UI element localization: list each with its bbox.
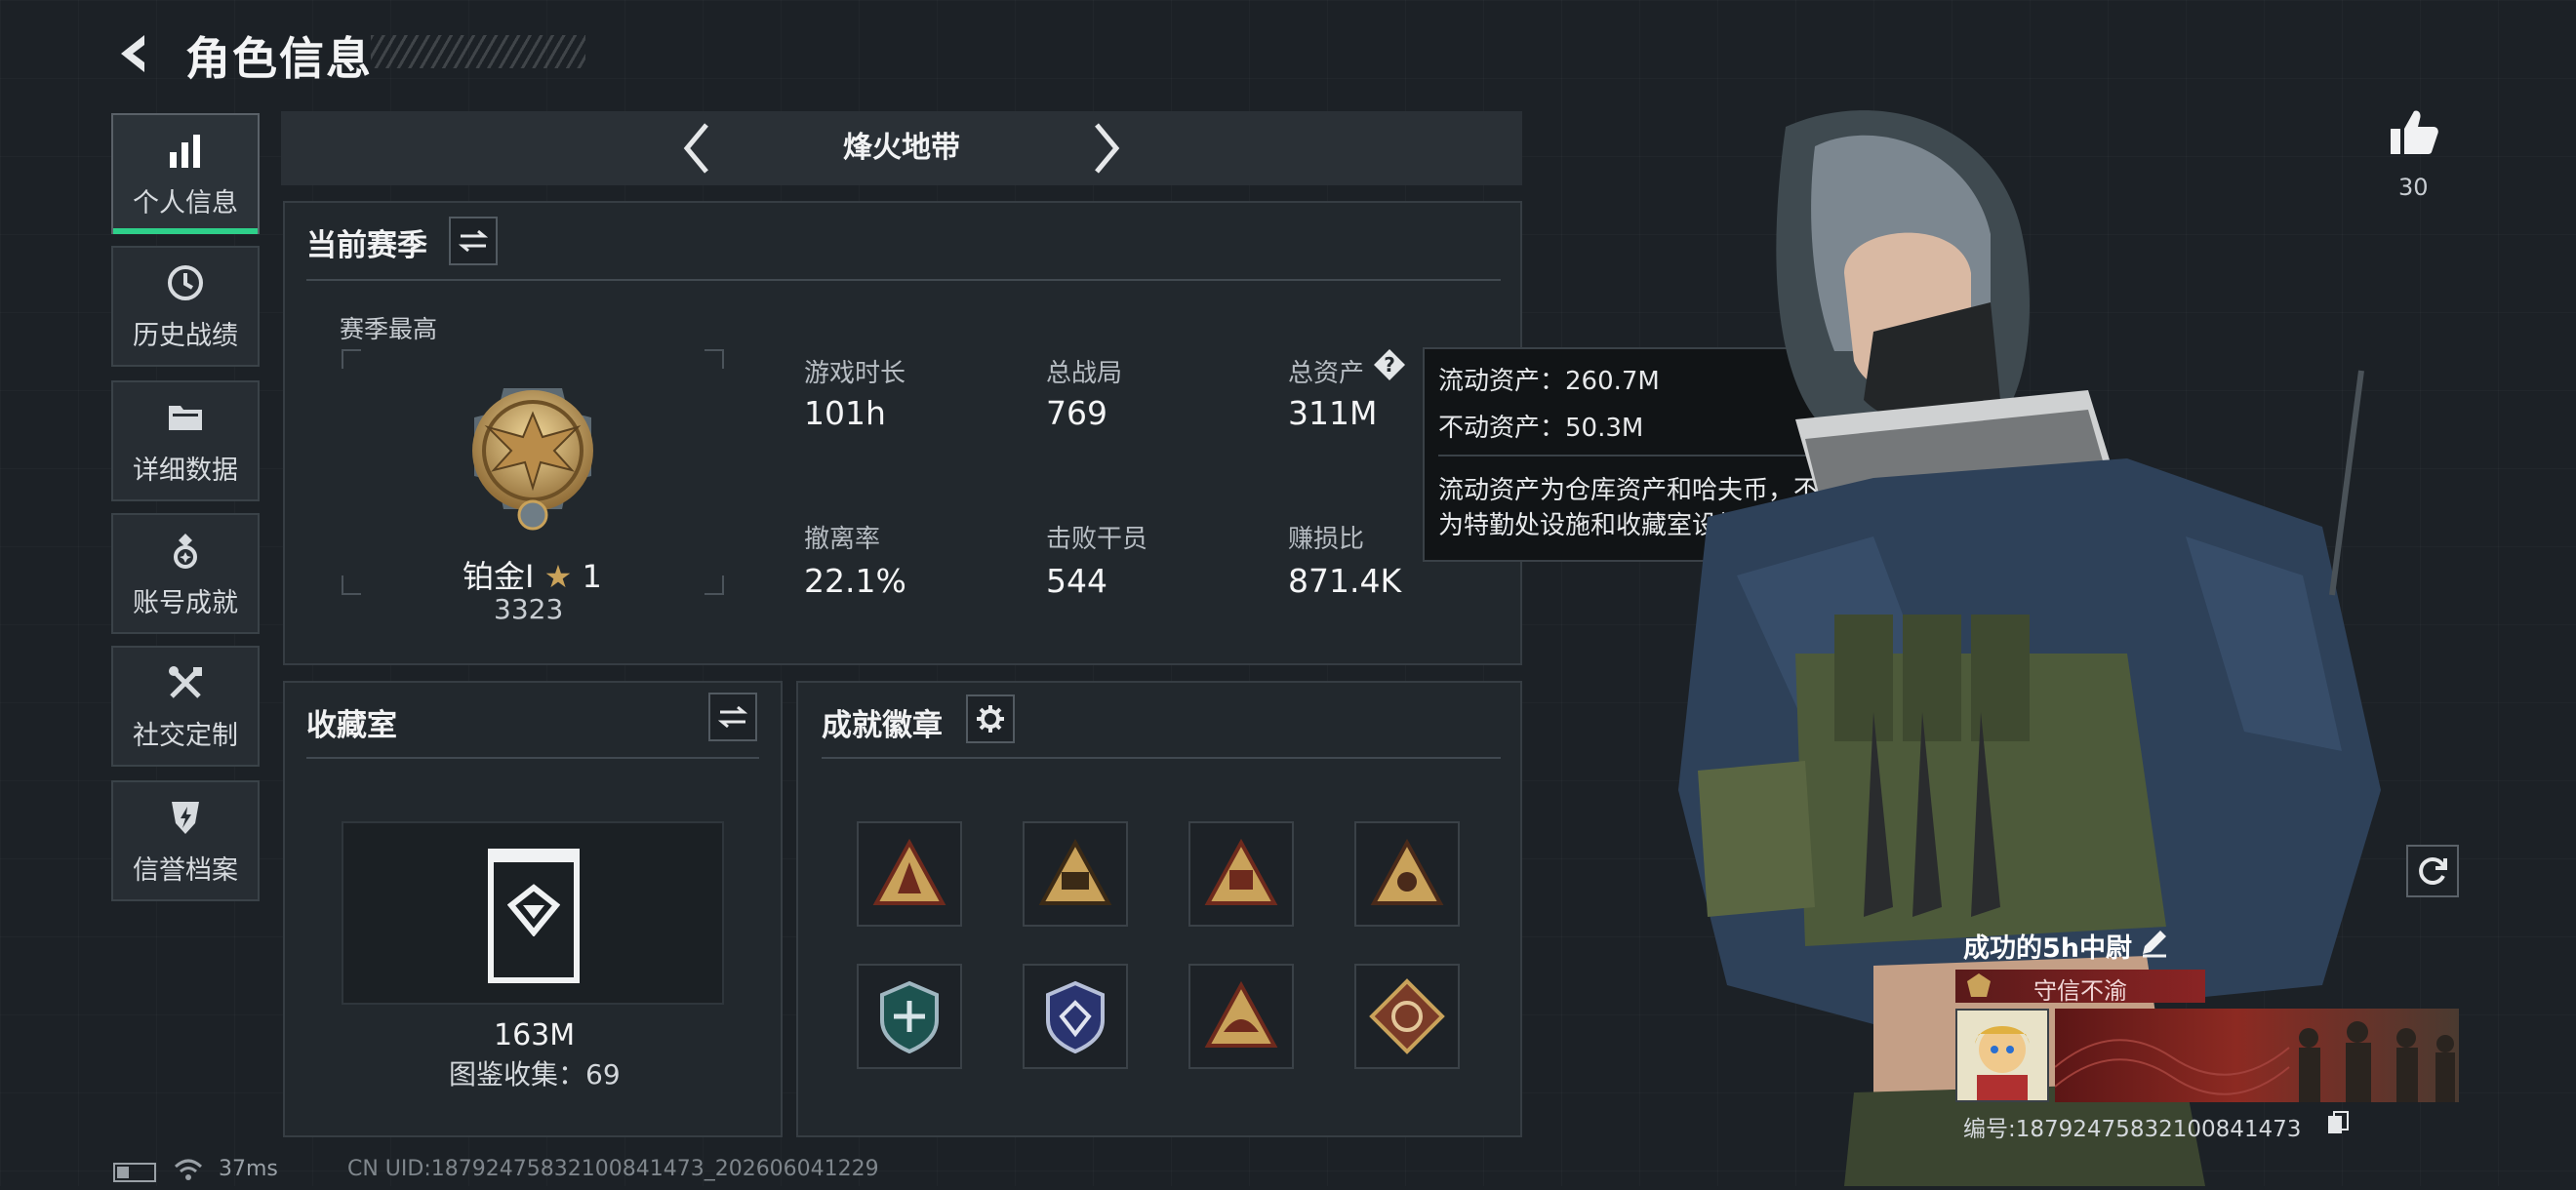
folder-icon (164, 396, 207, 439)
mode-title: 烽火地带 (843, 131, 960, 165)
stat-value: 544 (1046, 562, 1107, 600)
collection-value: 163M (494, 1018, 576, 1052)
frame-corner (704, 349, 724, 369)
shield-badge-icon (1046, 980, 1105, 1054)
badge-slot[interactable] (1354, 821, 1460, 927)
title-tag: 守信不渝 (1955, 970, 2205, 1005)
badges-divider (822, 757, 1501, 759)
swap-collection-button[interactable] (708, 693, 757, 741)
nav-item-social[interactable]: 社交定制 (111, 646, 260, 767)
nav-label: 社交定制 (133, 720, 238, 751)
rotate-model-button[interactable] (2406, 845, 2459, 897)
season-best-label: 赛季最高 (340, 315, 438, 343)
frame-corner (342, 575, 361, 595)
rank-stars: 1 (582, 558, 602, 595)
badge-slot[interactable] (857, 821, 962, 927)
nav-label: 信誉档案 (133, 854, 238, 886)
title-decoration (371, 35, 585, 68)
like-count: 30 (2398, 174, 2429, 201)
edit-pencil-icon[interactable] (2139, 927, 2170, 958)
battery-icon (113, 1163, 156, 1182)
achievement-icon (164, 529, 207, 572)
stat-label: 赚损比 (1288, 525, 1365, 554)
nav-label: 历史战绩 (133, 320, 238, 351)
help-icon[interactable]: ? (1372, 347, 1407, 382)
gear-icon (977, 705, 1004, 733)
triangle-badge-icon (1370, 838, 1444, 905)
stat-label: 撤离率 (804, 525, 881, 554)
badge-slot[interactable] (1023, 964, 1128, 1069)
player-id: 编号:1879247583210084147​3 (1963, 1117, 2302, 1142)
nav-item-achievements[interactable]: 账号成就 (111, 513, 260, 634)
rank-name-text: 铂金I (463, 558, 535, 595)
thumbs-up-icon[interactable] (2387, 105, 2441, 160)
stat-value: 871.4K (1288, 562, 1402, 600)
season-divider (306, 279, 1501, 281)
star-icon: ★ (543, 558, 573, 595)
swap-icon (459, 229, 488, 253)
badges-title: 成就徽章 (822, 708, 943, 743)
stat-label: 总资产 (1288, 359, 1365, 388)
collection-title: 收藏室 (306, 708, 397, 743)
display-case-icon (488, 849, 580, 983)
nav-item-personal-info[interactable]: 个人信息 (111, 113, 260, 234)
next-mode-icon[interactable] (1087, 119, 1126, 178)
rank-emblem-icon (445, 369, 621, 544)
rank-points: 3323 (494, 593, 564, 625)
refresh-icon (2419, 857, 2447, 885)
stat-value: 769 (1046, 394, 1107, 432)
stat-value: 101h (804, 394, 886, 432)
stat-label: 总战局 (1046, 359, 1123, 388)
credit-shield-icon (164, 796, 207, 839)
diamond-badge-icon (1369, 978, 1445, 1054)
triangle-badge-icon (872, 838, 946, 905)
wifi-icon (174, 1157, 203, 1182)
season-title: 当前赛季 (306, 228, 427, 263)
svg-text:?: ? (1384, 353, 1395, 377)
uid-text: CN UID:18792475832100841473_202606041229 (347, 1157, 879, 1181)
swap-season-button[interactable] (449, 217, 498, 265)
avatar[interactable] (1955, 1009, 2049, 1102)
nav-label: 详细数据 (133, 455, 238, 486)
badge-slot[interactable] (1188, 821, 1294, 927)
collection-divider (306, 757, 759, 759)
nav-label: 账号成就 (133, 587, 238, 618)
swap-icon (718, 705, 747, 729)
stat-label: 击败干员 (1046, 525, 1148, 554)
title-tag-text: 守信不渝 (2033, 977, 2127, 1005)
ping-text: 37ms (219, 1157, 278, 1181)
stat-value: 22.1% (804, 562, 906, 600)
nav-label: 个人信息 (133, 187, 238, 218)
badge-slot[interactable] (857, 964, 962, 1069)
frame-corner (704, 575, 724, 595)
nav-item-detailed-data[interactable]: 详细数据 (111, 380, 260, 501)
rank-name: 铂金I ★ 1 (463, 552, 602, 597)
collection-catalog: 图鉴收集：69 (449, 1058, 621, 1091)
profile-banner[interactable] (2055, 1009, 2459, 1102)
nav-item-credit[interactable]: 信誉档案 (111, 780, 260, 901)
nav-item-history[interactable]: 历史战绩 (111, 246, 260, 367)
frame-corner (342, 349, 361, 369)
triangle-badge-icon (1204, 980, 1278, 1048)
badge-slot[interactable] (1354, 964, 1460, 1069)
page-title: 角色信息 (185, 32, 373, 85)
badge-slot[interactable] (1188, 964, 1294, 1069)
history-clock-icon (164, 261, 207, 304)
copy-icon[interactable] (2326, 1110, 2350, 1135)
tools-icon (164, 661, 207, 704)
badge-slot[interactable] (1023, 821, 1128, 927)
bar-chart-icon (164, 129, 207, 172)
triangle-badge-icon (1204, 838, 1278, 905)
shield-badge-icon (880, 980, 939, 1054)
back-arrow-icon[interactable] (109, 29, 158, 78)
badge-settings-button[interactable] (966, 694, 1015, 743)
triangle-badge-icon (1038, 838, 1112, 905)
stat-label: 游戏时长 (804, 359, 906, 388)
stat-value: 311M (1288, 394, 1378, 432)
player-name: 成功的5h中尉 (1963, 933, 2133, 964)
collection-preview[interactable] (342, 821, 724, 1005)
